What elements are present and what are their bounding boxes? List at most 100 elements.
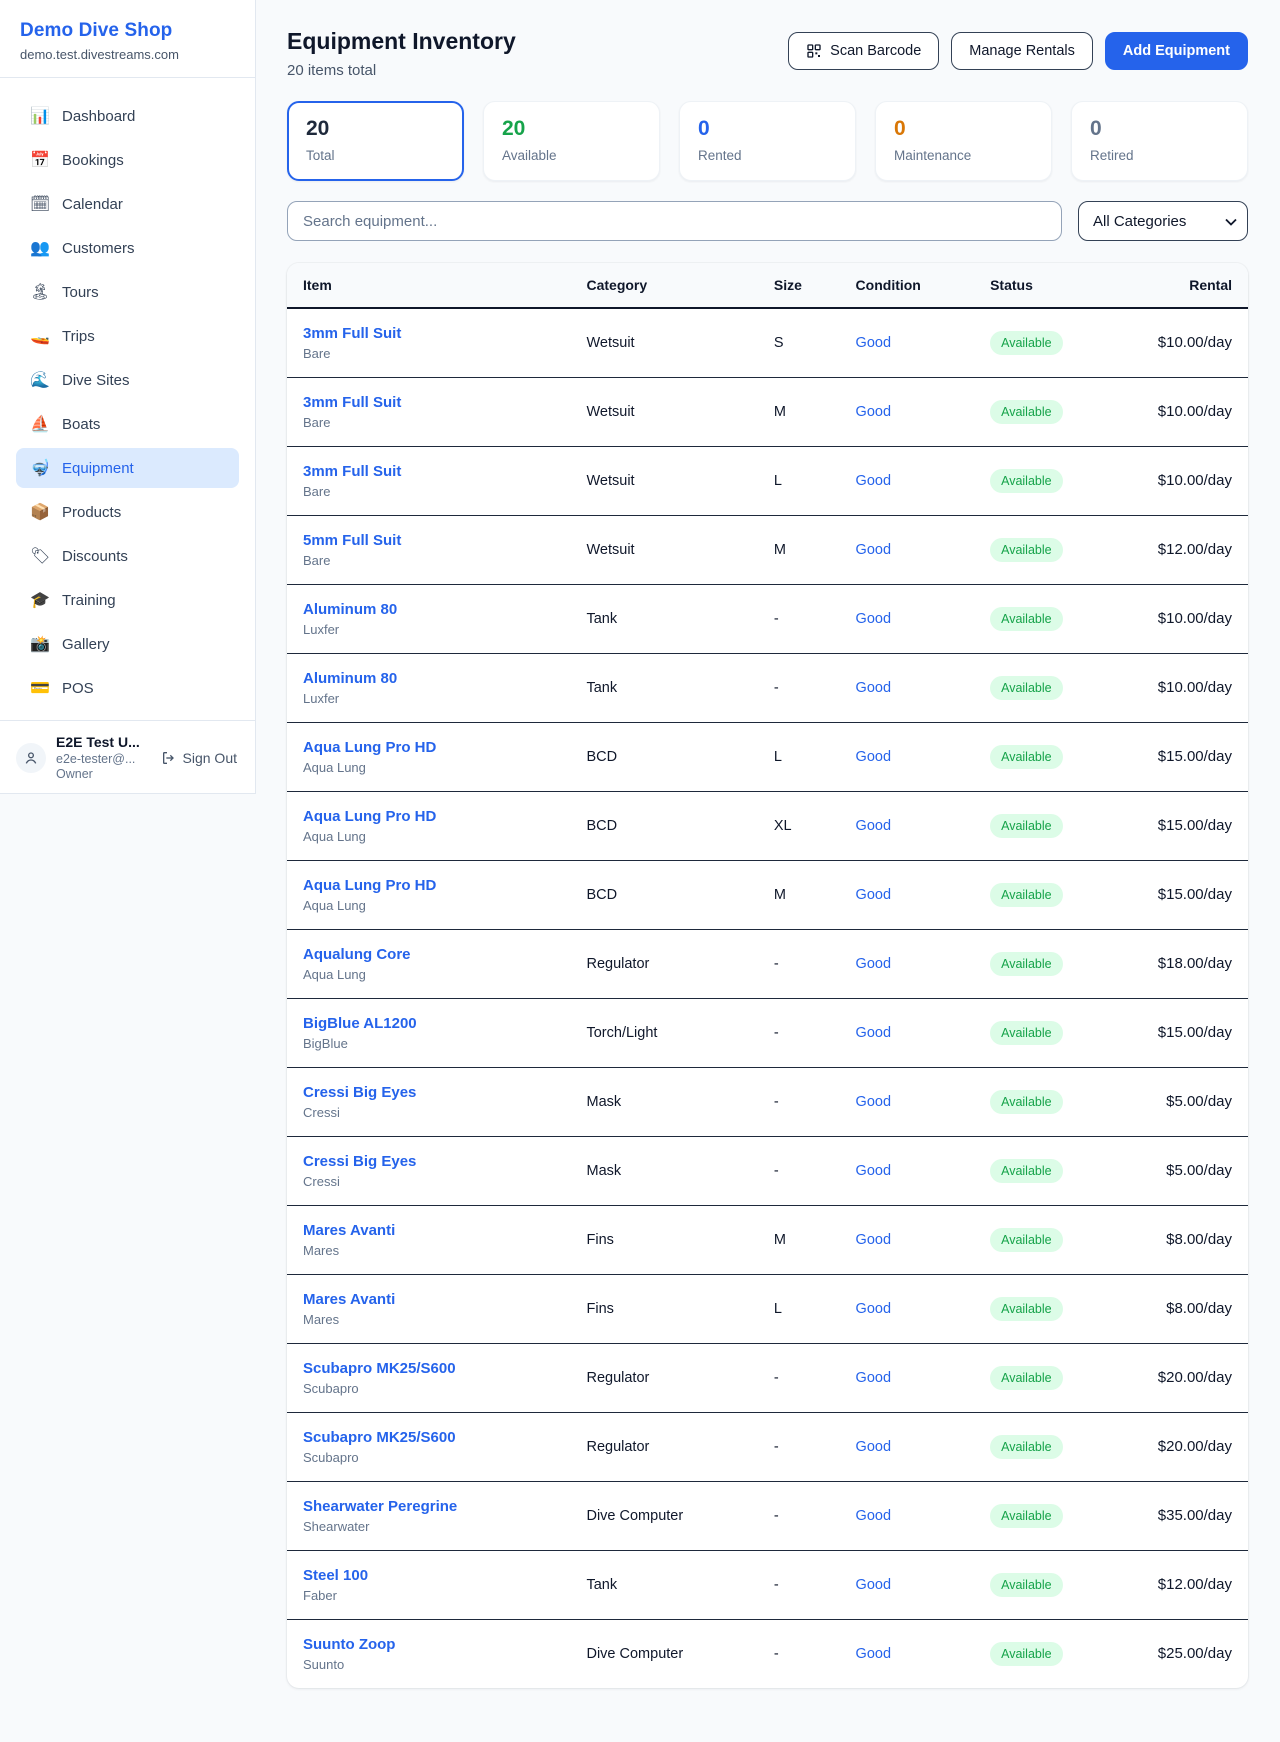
sidebar-item-pos[interactable]: 💳 POS	[16, 668, 239, 708]
item-link[interactable]: Mares Avanti	[303, 1222, 554, 1239]
sidebar-item-dive-sites[interactable]: 🌊 Dive Sites	[16, 360, 239, 400]
condition-link[interactable]: Good	[856, 1646, 891, 1662]
item-link[interactable]: 3mm Full Suit	[303, 325, 554, 342]
rental-price: $35.00/day	[1113, 1481, 1248, 1550]
status-badge: Available	[990, 1642, 1063, 1666]
item-link[interactable]: Aqua Lung Pro HD	[303, 808, 554, 825]
table-row: Cressi Big Eyes Cressi Mask - Good Avail…	[287, 1136, 1248, 1205]
item-link[interactable]: Cressi Big Eyes	[303, 1153, 554, 1170]
condition-link[interactable]: Good	[856, 680, 891, 696]
condition-link[interactable]: Good	[856, 749, 891, 765]
condition-link[interactable]: Good	[856, 956, 891, 972]
condition-link[interactable]: Good	[856, 1163, 891, 1179]
stat-value: 20	[502, 117, 641, 141]
sidebar-item-gallery[interactable]: 📸 Gallery	[16, 624, 239, 664]
user-box: E2E Test U... e2e-tester@... Owner Sign …	[0, 720, 255, 796]
search-input[interactable]	[287, 201, 1062, 241]
col-header-condition: Condition	[840, 263, 975, 308]
item-link[interactable]: 3mm Full Suit	[303, 463, 554, 480]
item-link[interactable]: Cressi Big Eyes	[303, 1084, 554, 1101]
condition-link[interactable]: Good	[856, 818, 891, 834]
item-link[interactable]: Scubapro MK25/S600	[303, 1429, 554, 1446]
add-equipment-button[interactable]: Add Equipment	[1105, 32, 1248, 70]
sidebar-item-calendar[interactable]: 🗓 Calendar	[16, 184, 239, 224]
sidebar-item-label: Dashboard	[62, 108, 135, 125]
rental-price: $10.00/day	[1113, 377, 1248, 446]
condition-link[interactable]: Good	[856, 1508, 891, 1524]
item-link[interactable]: Suunto Zoop	[303, 1636, 554, 1653]
status-badge: Available	[990, 814, 1063, 838]
stat-card-available[interactable]: 20 Available	[483, 101, 660, 181]
item-size: -	[758, 1136, 840, 1205]
camera-icon: 📸	[30, 634, 50, 654]
brand-name[interactable]: Demo Dive Shop	[20, 20, 235, 42]
sidebar-item-trips[interactable]: 🚤 Trips	[16, 316, 239, 356]
sidebar-item-label: Boats	[62, 416, 100, 433]
sidebar-item-customers[interactable]: 👥 Customers	[16, 228, 239, 268]
table-row: Shearwater Peregrine Shearwater Dive Com…	[287, 1481, 1248, 1550]
sidebar-item-training[interactable]: 🎓 Training	[16, 580, 239, 620]
status-badge: Available	[990, 745, 1063, 769]
condition-link[interactable]: Good	[856, 335, 891, 351]
category-select[interactable]: All Categories	[1078, 201, 1248, 241]
scan-barcode-button[interactable]: Scan Barcode	[788, 32, 939, 70]
item-link[interactable]: Mares Avanti	[303, 1291, 554, 1308]
item-category: Wetsuit	[570, 377, 757, 446]
item-link[interactable]: 5mm Full Suit	[303, 532, 554, 549]
condition-link[interactable]: Good	[856, 404, 891, 420]
status-badge: Available	[990, 952, 1063, 976]
stat-card-maintenance[interactable]: 0 Maintenance	[875, 101, 1052, 181]
sidebar-item-equipment[interactable]: 🤿 Equipment	[16, 448, 239, 488]
condition-link[interactable]: Good	[856, 1025, 891, 1041]
item-category: BCD	[570, 791, 757, 860]
item-link[interactable]: Aqua Lung Pro HD	[303, 739, 554, 756]
sign-out-button[interactable]: Sign Out	[161, 750, 237, 766]
item-size: -	[758, 653, 840, 722]
stat-card-total[interactable]: 20 Total	[287, 101, 464, 181]
item-link[interactable]: Aluminum 80	[303, 601, 554, 618]
stats-row: 20 Total 20 Available 0 Rented 0 Mainten…	[287, 101, 1248, 181]
item-category: Tank	[570, 1550, 757, 1619]
condition-link[interactable]: Good	[856, 611, 891, 627]
item-link[interactable]: BigBlue AL1200	[303, 1015, 554, 1032]
condition-link[interactable]: Good	[856, 1577, 891, 1593]
item-link[interactable]: Aluminum 80	[303, 670, 554, 687]
item-link[interactable]: Steel 100	[303, 1567, 554, 1584]
condition-link[interactable]: Good	[856, 887, 891, 903]
sidebar-item-discounts[interactable]: 🏷 Discounts	[16, 536, 239, 576]
manage-rentals-button[interactable]: Manage Rentals	[951, 32, 1093, 70]
sidebar-item-dashboard[interactable]: 📊 Dashboard	[16, 96, 239, 136]
condition-link[interactable]: Good	[856, 1094, 891, 1110]
sidebar-item-label: Training	[62, 592, 116, 609]
condition-link[interactable]: Good	[856, 1439, 891, 1455]
stat-card-rented[interactable]: 0 Rented	[679, 101, 856, 181]
status-badge: Available	[990, 331, 1063, 355]
col-header-rental: Rental	[1113, 263, 1248, 308]
item-brand: Bare	[303, 484, 554, 499]
sidebar-item-label: Gallery	[62, 636, 110, 653]
rental-price: $15.00/day	[1113, 791, 1248, 860]
sidebar-item-tours[interactable]: 🏝 Tours	[16, 272, 239, 312]
condition-link[interactable]: Good	[856, 1301, 891, 1317]
sidebar-item-boats[interactable]: ⛵ Boats	[16, 404, 239, 444]
condition-link[interactable]: Good	[856, 473, 891, 489]
sidebar-item-products[interactable]: 📦 Products	[16, 492, 239, 532]
avatar	[16, 743, 46, 773]
item-link[interactable]: 3mm Full Suit	[303, 394, 554, 411]
item-link[interactable]: Shearwater Peregrine	[303, 1498, 554, 1515]
condition-link[interactable]: Good	[856, 542, 891, 558]
rental-price: $5.00/day	[1113, 1067, 1248, 1136]
condition-link[interactable]: Good	[856, 1232, 891, 1248]
item-link[interactable]: Aqualung Core	[303, 946, 554, 963]
stat-label: Retired	[1090, 148, 1229, 163]
sidebar-item-bookings[interactable]: 📅 Bookings	[16, 140, 239, 180]
item-brand: Mares	[303, 1312, 554, 1327]
item-link[interactable]: Scubapro MK25/S600	[303, 1360, 554, 1377]
stat-card-retired[interactable]: 0 Retired	[1071, 101, 1248, 181]
item-brand: Mares	[303, 1243, 554, 1258]
item-brand: Cressi	[303, 1174, 554, 1189]
item-size: L	[758, 1274, 840, 1343]
item-link[interactable]: Aqua Lung Pro HD	[303, 877, 554, 894]
condition-link[interactable]: Good	[856, 1370, 891, 1386]
rental-price: $15.00/day	[1113, 860, 1248, 929]
